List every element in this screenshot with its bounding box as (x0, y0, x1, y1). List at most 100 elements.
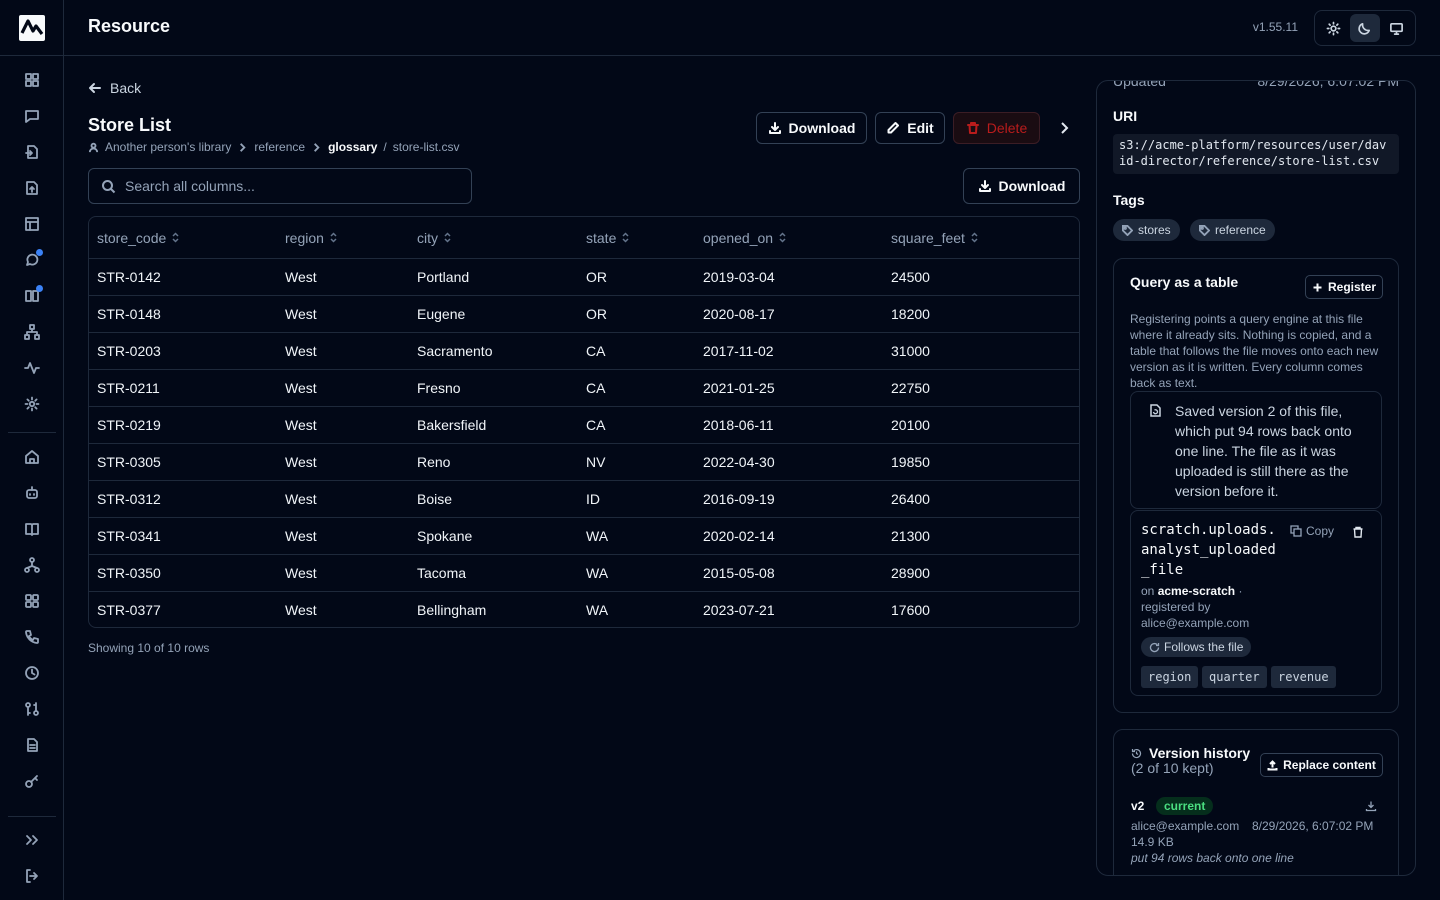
top-header: Resource v1.55.11 (64, 0, 1440, 56)
table-row[interactable]: STR-0377 West Bellingham WA 2023-07-21 17600 (89, 591, 1079, 627)
download-table-label: Download (998, 178, 1066, 194)
table-row[interactable]: STR-0305 West Reno NV 2022-04-30 19850 (89, 443, 1079, 480)
breadcrumb: Another person's library reference gloss… (88, 140, 459, 154)
left-rail (0, 0, 64, 900)
download-button[interactable]: Download (756, 112, 867, 144)
table-cell: Eugene (417, 306, 466, 322)
chevron-right-icon (240, 142, 246, 152)
uri-value[interactable]: s3://acme-platform/resources/user/david-… (1113, 134, 1399, 174)
registration-info: on acme-scratch · registered by alice@ex… (1141, 583, 1341, 631)
sort-icon (330, 232, 337, 243)
table-cell: Bellingham (417, 602, 487, 618)
search-placeholder: Search all columns... (125, 178, 255, 194)
clock-icon[interactable] (20, 661, 44, 685)
replace-content-button[interactable]: Replace content (1260, 753, 1383, 777)
book-open-icon[interactable] (20, 284, 44, 308)
download-label: Download (788, 120, 856, 136)
column-header-label: state (586, 229, 617, 246)
table-cell: CA (586, 380, 606, 396)
grid-icon[interactable] (20, 68, 44, 92)
column-header[interactable]: square_feet (891, 217, 979, 258)
table-cell: 2015-05-08 (703, 565, 775, 581)
table-cell: West (285, 417, 317, 433)
column-header[interactable]: state (586, 217, 630, 258)
table-row[interactable]: STR-0142 West Portland OR 2019-03-04 24500 (89, 258, 1079, 295)
table-cell: 22750 (891, 380, 930, 396)
registered-email: alice@example.com (1141, 616, 1250, 630)
file-import-icon[interactable] (20, 140, 44, 164)
register-button[interactable]: Register (1305, 275, 1383, 299)
system-theme-button[interactable] (1381, 14, 1411, 42)
chat-bubble-icon[interactable] (20, 248, 44, 272)
table-cell: STR-0219 (97, 417, 161, 433)
column-header[interactable]: city (417, 217, 452, 258)
expand-icon[interactable] (20, 828, 44, 852)
table-cell: 20100 (891, 417, 930, 433)
updated-value: 8/29/2026, 6:07:02 PM (1257, 80, 1399, 89)
trash-icon (966, 122, 979, 134)
row-count: Showing 10 of 10 rows (88, 641, 210, 655)
table-row[interactable]: STR-0350 West Tacoma WA 2015-05-08 28900 (89, 554, 1079, 591)
table-cell: CA (586, 417, 606, 433)
table-cell: WA (586, 565, 609, 581)
copy-label: Copy (1306, 524, 1335, 538)
back-link[interactable]: Back (88, 80, 141, 96)
table-row[interactable]: STR-0148 West Eugene OR 2020-08-17 18200 (89, 295, 1079, 332)
tag-chip[interactable]: reference (1190, 219, 1275, 241)
table-row[interactable]: STR-0312 West Boise ID 2016-09-19 26400 (89, 480, 1079, 517)
column-chip: revenue (1271, 666, 1336, 688)
table-row[interactable]: STR-0341 West Spokane WA 2020-02-14 21300 (89, 517, 1079, 554)
trash-icon[interactable] (1352, 526, 1364, 538)
sort-icon (444, 232, 451, 243)
download-table-button[interactable]: Download (963, 168, 1080, 204)
light-theme-button[interactable] (1319, 14, 1349, 42)
download-icon[interactable] (1365, 800, 1377, 812)
table-cell: 2020-02-14 (703, 528, 775, 544)
activity-icon[interactable] (20, 356, 44, 380)
column-header[interactable]: opened_on (703, 217, 787, 258)
home-icon[interactable] (20, 445, 44, 469)
dark-theme-button[interactable] (1349, 14, 1380, 42)
phone-icon[interactable] (20, 625, 44, 649)
key-icon[interactable] (20, 769, 44, 793)
breadcrumb-folder[interactable]: reference (254, 140, 305, 154)
column-header-label: region (285, 229, 324, 246)
tag-chip[interactable]: stores (1113, 219, 1180, 241)
table-cell: 2021-01-25 (703, 380, 775, 396)
breadcrumb-current[interactable]: glossary (328, 140, 377, 154)
table-row[interactable]: STR-0211 West Fresno CA 2021-01-25 22750 (89, 369, 1079, 406)
moon-icon (1358, 22, 1371, 35)
document-icon[interactable] (20, 733, 44, 757)
hierarchy-icon[interactable] (20, 320, 44, 344)
toggle-panel-button[interactable] (1052, 116, 1076, 140)
table-cell: Fresno (417, 380, 461, 396)
table-icon[interactable] (20, 212, 44, 236)
column-header[interactable]: store_code (97, 217, 180, 258)
logo[interactable] (0, 0, 64, 56)
table-cell: Tacoma (417, 565, 467, 581)
table-cell: Sacramento (417, 343, 493, 359)
table-cell: WA (586, 602, 609, 618)
tag-icon (1122, 224, 1133, 236)
network-icon[interactable] (20, 553, 44, 577)
column-header[interactable]: region (285, 217, 338, 258)
bot-icon[interactable] (20, 481, 44, 505)
table-cell: NV (586, 454, 606, 470)
sort-icon (971, 232, 978, 243)
edit-button[interactable]: Edit (875, 112, 945, 144)
delete-button[interactable]: Delete (953, 112, 1040, 144)
logout-icon[interactable] (20, 864, 44, 888)
table-row[interactable]: STR-0203 West Sacramento CA 2017-11-02 31000 (89, 332, 1079, 369)
book-icon[interactable] (20, 517, 44, 541)
table-row[interactable]: STR-0219 West Bakersfield CA 2018-06-11 20100 (89, 406, 1079, 443)
apps-icon[interactable] (20, 589, 44, 613)
updated-label: Updated (1113, 80, 1166, 89)
search-input[interactable]: Search all columns... (88, 168, 472, 204)
git-compare-icon[interactable] (20, 697, 44, 721)
gear-icon[interactable] (20, 392, 44, 416)
breadcrumb-library[interactable]: Another person's library (105, 140, 231, 154)
copy-button[interactable]: Copy (1290, 524, 1334, 538)
registered-table: scratch.uploads.analyst_uploaded_file Co… (1130, 510, 1382, 696)
file-upload-icon[interactable] (20, 176, 44, 200)
chat-icon[interactable] (20, 104, 44, 128)
